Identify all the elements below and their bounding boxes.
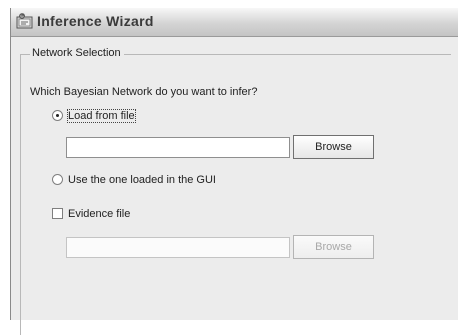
evidence-file-checkbox[interactable] xyxy=(52,208,63,219)
window-title: Inference Wizard xyxy=(37,13,154,29)
network-question-label: Which Bayesian Network do you want to in… xyxy=(30,86,258,98)
use-gui-network-label[interactable]: Use the one loaded in the GUI xyxy=(68,174,216,186)
use-gui-network-radio[interactable] xyxy=(52,174,63,185)
wizard-app-icon xyxy=(16,13,33,29)
network-file-path-input[interactable] xyxy=(66,137,290,158)
evidence-file-label[interactable]: Evidence file xyxy=(68,208,130,220)
title-bar[interactable]: Inference Wizard xyxy=(11,8,458,37)
load-from-file-radio[interactable] xyxy=(52,110,63,121)
browse-evidence-button[interactable]: Browse xyxy=(293,235,374,259)
browse-network-button[interactable]: Browse xyxy=(293,135,374,159)
group-title: Network Selection xyxy=(30,47,124,59)
load-from-file-label[interactable]: Load from file xyxy=(67,109,136,123)
radio-selected-dot xyxy=(56,114,59,117)
evidence-file-path-input[interactable] xyxy=(66,237,290,258)
